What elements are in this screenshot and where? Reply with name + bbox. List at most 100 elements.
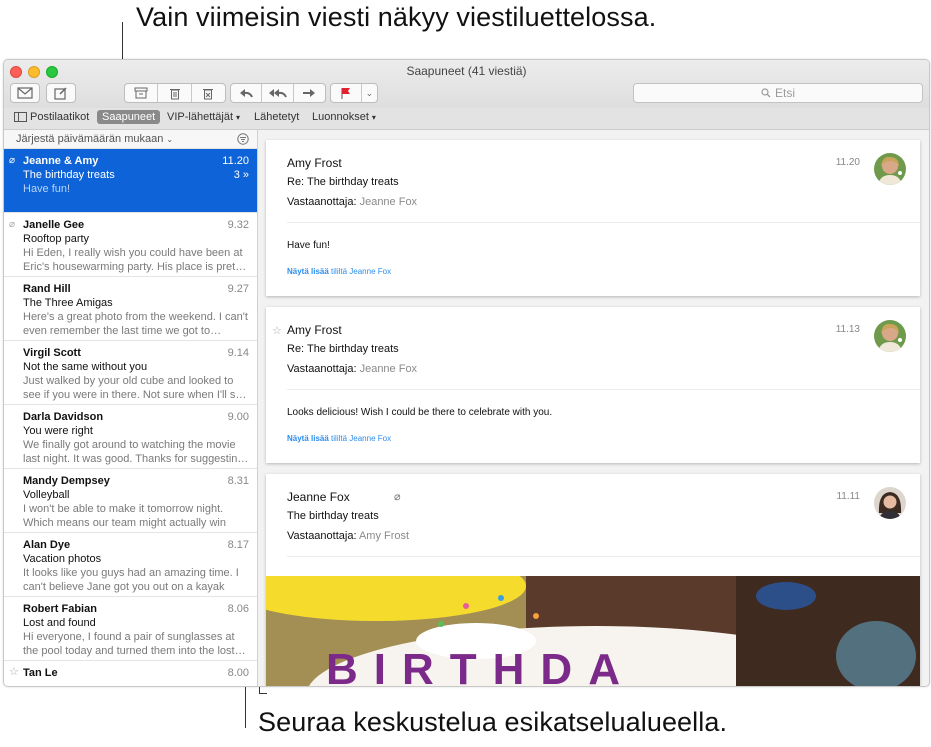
message-from: Amy Frost [287,323,342,337]
message-subject: Volleyball [23,489,70,501]
chevron-down-icon: ▾ [371,112,376,122]
thread-count: 3 » [233,169,249,181]
star-icon[interactable]: ☆ [272,324,282,337]
message-sender: Mandy Dempsey [23,475,110,487]
junk-button[interactable] [192,84,225,102]
recipient-line: Vastaanottaja: Jeanne Fox [287,196,417,208]
paperclip-icon: ⌀ [9,219,16,230]
junk-icon [203,88,214,99]
message-date: 8.00 [227,667,249,679]
recipient-line: Vastaanottaja: Jeanne Fox [287,363,417,375]
message-subject: The birthday treats [287,510,379,522]
recipient-name: Jeanne Fox [359,196,418,208]
paperclip-icon: ⌀ [9,155,16,166]
get-mail-button[interactable] [10,83,40,103]
mailboxes-button[interactable]: Postilaatikot [14,111,89,123]
message-preview: We finally got around to watching the mo… [23,439,249,465]
message-subject: Not the same without you [23,361,148,373]
message-preview: It looks like you guys had an amazing ti… [23,567,239,593]
divider [287,222,920,223]
message-preview: Have fun! [23,183,71,195]
chevron-down-icon: ▾ [236,112,241,122]
message-subject: Re: The birthday treats [287,176,399,188]
flag-button[interactable] [331,84,362,102]
message-subject: You were right [23,425,93,437]
bracket-bottom [259,693,267,694]
flag-group: ⌄ [330,83,378,103]
see-more-link[interactable]: Näytä lisää tililtä Jeanne Fox [287,434,391,443]
message-sender: Jeanne & Amy [23,155,99,167]
reply-all-button[interactable] [262,84,294,102]
list-item[interactable]: ☆ Tan Le 8.00 [4,661,257,686]
message-date: 9.27 [227,283,249,295]
list-item[interactable]: Mandy Dempsey 8.31 Volleyball I won't be… [4,469,257,533]
message-date: 11.20 [835,157,860,168]
message-subject: Re: The birthday treats [287,343,399,355]
recipient-name: Jeanne Fox [359,363,418,375]
archive-delete-group [124,83,226,103]
paperclip-icon: ⌀ [394,491,401,503]
compose-icon [54,87,67,100]
forward-button[interactable] [294,84,325,102]
birthday-cake-photo: BIRTHDA [266,576,920,686]
reply-icon [240,89,254,98]
avatar [874,320,906,352]
see-more-suffix: tililtä Jeanne Fox [331,267,392,276]
sort-bar: Järjestä päivämäärän mukaan ⌄ [4,130,257,149]
message-preview: I won't be able to make it tomorrow nigh… [23,503,226,529]
mail-window: Saapuneet (41 viestiä) ⌄ Etsi Postilaati… [3,59,930,687]
filter-icon[interactable] [237,133,249,145]
chevron-down-icon: ⌄ [365,87,374,98]
message-preview: Hi Eden, I really wish you could have be… [23,247,247,273]
message-sender: Janelle Gee [23,219,85,231]
conversation-message[interactable]: Jeanne Fox ⌀ 11.11 The birthday treats V… [266,474,920,686]
list-item[interactable]: Darla Davidson 9.00 You were right We fi… [4,405,257,469]
reply-button[interactable] [231,84,263,102]
message-subject: Vacation photos [23,553,102,565]
message-date: 11.13 [835,324,860,335]
favorite-inbox[interactable]: Saapuneet [97,110,161,124]
message-date: 9.14 [227,347,249,359]
message-list: Järjestä päivämäärän mukaan ⌄ ⌀ Jeanne &… [4,130,258,686]
flag-icon [341,88,350,99]
favorite-inbox-label: Saapuneet [97,110,161,124]
conversation-message[interactable]: ☆ Amy Frost 11.13 Re: The birthday treat… [266,307,920,463]
favorite-drafts-label: Luonnokset [312,111,369,123]
list-item[interactable]: Alan Dye 8.17 Vacation photos It looks l… [4,533,257,597]
compose-button[interactable] [46,83,76,103]
see-more-label: Näytä lisää [287,434,329,443]
reply-all-icon [268,89,287,98]
message-preview: Here's a great photo from the weekend. I… [23,311,248,337]
message-subject: The Three Amigas [23,297,113,309]
callout-bottom: Seuraa keskustelua esikatselualueella. [258,707,728,737]
favorite-drafts[interactable]: Luonnokset ▾ [312,111,376,123]
archive-button[interactable] [125,84,159,102]
message-date: 11.11 [836,491,860,502]
list-item[interactable]: ⌀ Jeanne & Amy 11.20 The birthday treats… [4,149,257,213]
to-label: Vastaanottaja: [287,196,357,208]
star-icon: ☆ [9,666,19,678]
search-field[interactable]: Etsi [633,83,923,103]
conversation-message[interactable]: Amy Frost 11.20 Re: The birthday treats … [266,140,920,296]
message-from: Amy Frost [287,156,342,170]
sort-menu[interactable]: Järjestä päivämäärän mukaan ⌄ [16,133,173,145]
flag-menu-button[interactable]: ⌄ [362,84,377,102]
list-item[interactable]: Virgil Scott 9.14 Not the same without y… [4,341,257,405]
message-date: 8.17 [227,539,249,551]
message-preview: Just walked by your old cube and looked … [23,375,247,401]
list-item[interactable]: ⌀ Janelle Gee 9.32 Rooftop party Hi Eden… [4,213,257,277]
message-sender: Robert Fabian [23,603,97,615]
favorite-sent[interactable]: Lähetetyt [254,111,299,123]
message-date: 11.20 [222,155,249,167]
reply-group [230,83,326,103]
see-more-link[interactable]: Näytä lisää tililtä Jeanne Fox [287,267,391,276]
list-item[interactable]: Rand Hill 9.27 The Three Amigas Here's a… [4,277,257,341]
delete-button[interactable] [158,84,192,102]
message-preview: Hi everyone, I found a pair of sunglasse… [23,631,246,657]
trash-icon [169,88,180,99]
toolbar: Saapuneet (41 viestiä) ⌄ Etsi [4,60,929,109]
list-item[interactable]: Robert Fabian 8.06 Lost and found Hi eve… [4,597,257,661]
avatar [874,487,906,519]
message-from: Jeanne Fox [287,490,350,504]
favorite-vip[interactable]: VIP-lähettäjät ▾ [167,111,240,123]
